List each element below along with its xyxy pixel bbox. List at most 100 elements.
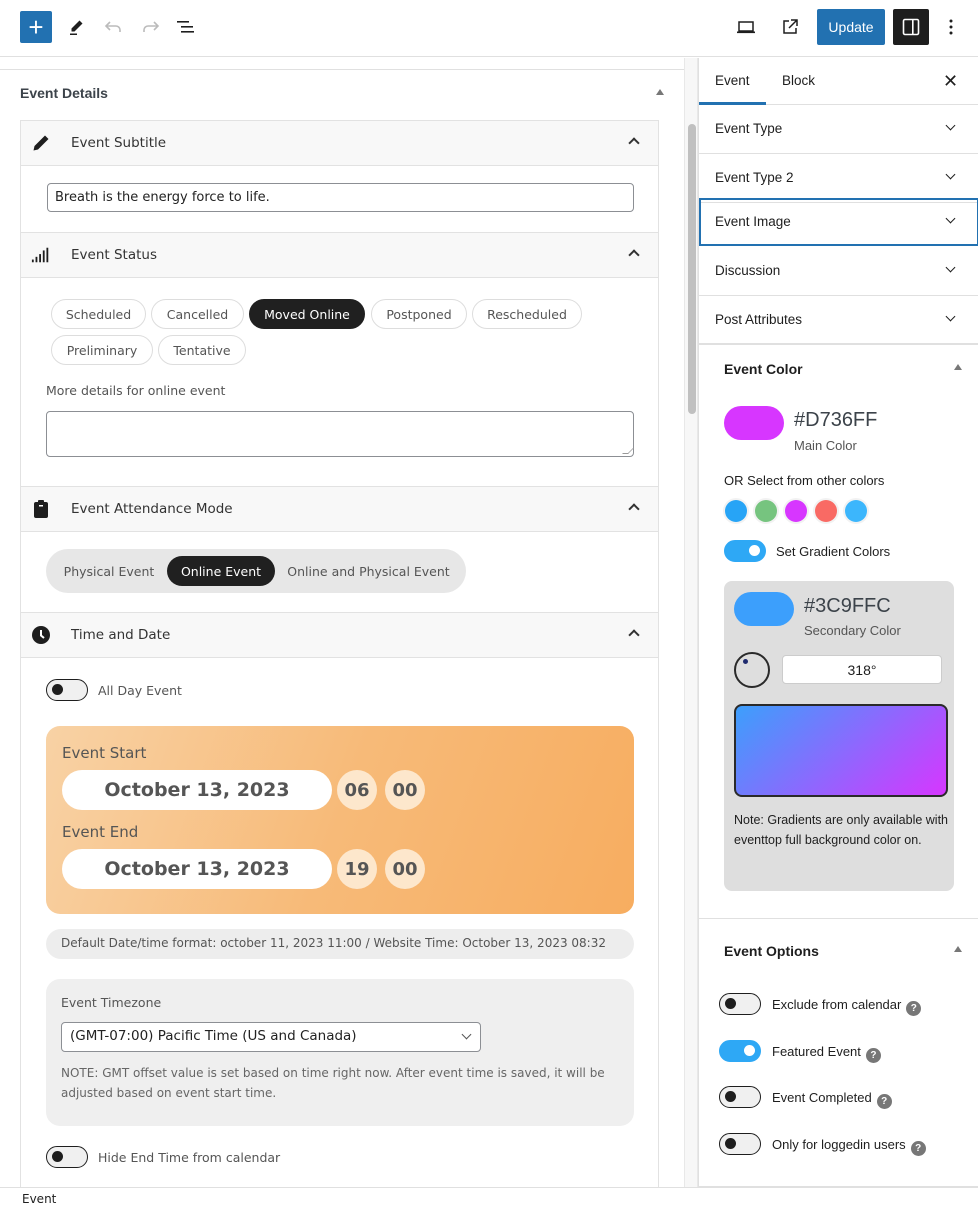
status-option-postponed[interactable]: Postponed [371,299,467,329]
timezone-value: (GMT-07:00) Pacific Time (US and Canada) [70,1028,357,1044]
event-options-title: Event Options [724,943,819,959]
preset-color-swatch[interactable] [815,500,837,522]
help-icon[interactable]: ? [906,1001,922,1016]
view-post-button[interactable] [774,10,806,44]
date-format-info: Default Date/time format: october 11, 20… [46,929,634,959]
options-menu-button[interactable] [935,10,967,44]
preset-color-swatch[interactable] [755,500,777,522]
event-start-date[interactable]: October 13, 2023 [62,770,332,810]
section-title: Event Attendance Mode [71,501,233,517]
main-color-swatch[interactable] [724,406,784,440]
add-block-button[interactable]: + [20,11,52,43]
section-header-subtitle[interactable]: Event Subtitle [21,120,658,166]
chevron-up-icon[interactable] [628,502,640,516]
status-option-tentative[interactable]: Tentative [158,335,246,365]
exclude-calendar-toggle[interactable] [719,993,761,1015]
chevron-down-icon [945,213,956,224]
close-icon[interactable]: ✕ [943,71,958,92]
collapse-triangle-icon[interactable] [656,89,664,95]
event-subtitle-input[interactable] [47,183,634,212]
list-view-button[interactable] [170,10,202,44]
section-title: Time and Date [71,627,171,643]
meta-box-header[interactable]: Event Details [0,69,686,114]
status-option-moved-online[interactable]: Moved Online [249,299,365,329]
event-end-hour[interactable]: 19 [337,849,377,889]
online-details-label: More details for online event [46,383,226,398]
online-details-textarea[interactable] [46,411,634,457]
timezone-select[interactable]: (GMT-07:00) Pacific Time (US and Canada) [61,1022,481,1052]
section-header-status[interactable]: Event Status [21,232,658,278]
editor-scrollbar[interactable] [684,58,698,1187]
meta-box-title: Event Details [20,85,108,101]
breadcrumb-item[interactable]: Event [22,1192,56,1206]
editor-toolbar: + Update [0,0,978,57]
featured-event-toggle[interactable] [719,1040,761,1062]
tab-event[interactable]: Event [715,73,750,88]
panel-event-image[interactable]: Event Image [699,198,978,246]
external-link-icon [783,19,798,34]
preset-color-swatch[interactable] [845,500,867,522]
status-option-rescheduled[interactable]: Rescheduled [472,299,582,329]
update-button[interactable]: Update [817,9,885,45]
undo-button[interactable] [98,10,130,44]
all-day-toggle[interactable] [46,679,88,701]
chevron-up-icon[interactable] [628,248,640,262]
secondary-color-hex: #3C9FFC [804,595,891,617]
section-title: Event Status [71,247,157,263]
resize-handle[interactable] [622,448,634,454]
attendance-option-online-physical[interactable]: Online and Physical Event [281,556,456,586]
more-vertical-icon [949,19,953,35]
option-label: Only for loggedin users [772,1137,906,1152]
editor-scrollbar-thumb[interactable] [688,124,696,414]
hide-end-time-toggle[interactable] [46,1146,88,1168]
collapse-triangle-icon[interactable] [954,364,962,370]
panel-discussion[interactable]: Discussion [699,247,978,296]
tab-block[interactable]: Block [782,73,815,88]
event-end-minute[interactable]: 00 [385,849,425,889]
event-start-minute[interactable]: 00 [385,770,425,810]
help-icon[interactable]: ? [865,1048,881,1063]
redo-icon [143,21,160,32]
chevron-down-icon [945,120,956,131]
tools-button[interactable] [61,10,93,44]
event-datetime-card: Event Start October 13, 2023 06 00 Event… [46,726,634,914]
section-header-attendance[interactable]: Event Attendance Mode [21,486,658,532]
event-completed-toggle[interactable] [719,1086,761,1108]
section-title: Event Subtitle [71,135,167,151]
event-start-hour[interactable]: 06 [337,770,377,810]
gradient-angle-dial[interactable] [734,652,770,688]
event-end-date[interactable]: October 13, 2023 [62,849,332,889]
gradient-note: Note: Gradients are only available with … [734,813,949,847]
status-option-cancelled[interactable]: Cancelled [151,299,244,329]
attendance-option-online[interactable]: Online Event [167,556,275,586]
gradient-preview [734,704,948,797]
pencil-icon [70,20,83,35]
help-icon[interactable]: ? [876,1094,892,1109]
chevron-down-icon [945,262,956,273]
status-option-scheduled[interactable]: Scheduled [51,299,146,329]
secondary-color-swatch[interactable] [734,592,794,626]
attendance-option-physical[interactable]: Physical Event [54,556,164,586]
panel-title: Post Attributes [715,312,803,327]
collapse-triangle-icon[interactable] [954,946,962,952]
preset-color-swatch[interactable] [785,500,807,522]
clipboard-icon [31,499,51,519]
status-option-preliminary[interactable]: Preliminary [51,335,153,365]
gradient-toggle[interactable] [724,540,766,562]
settings-toggle-button[interactable] [893,9,929,45]
editor-canvas: Event Details Event Subtitle Event Statu… [0,58,686,1187]
preview-button[interactable] [730,10,762,44]
clock-icon [31,625,51,645]
main-color-hex: #D736FF [794,409,878,431]
chevron-up-icon[interactable] [628,628,640,642]
preset-color-swatch[interactable] [725,500,747,522]
panel-post-attributes[interactable]: Post Attributes [699,296,978,345]
help-icon[interactable]: ? [910,1141,926,1156]
panel-event-type-2[interactable]: Event Type 2 [699,154,978,203]
chevron-up-icon[interactable] [628,136,640,150]
redo-button[interactable] [134,10,166,44]
panel-event-type[interactable]: Event Type [699,105,978,154]
gradient-angle-input[interactable]: 318° [782,655,942,684]
loggedin-only-toggle[interactable] [719,1133,761,1155]
section-header-time-date[interactable]: Time and Date [21,612,658,658]
